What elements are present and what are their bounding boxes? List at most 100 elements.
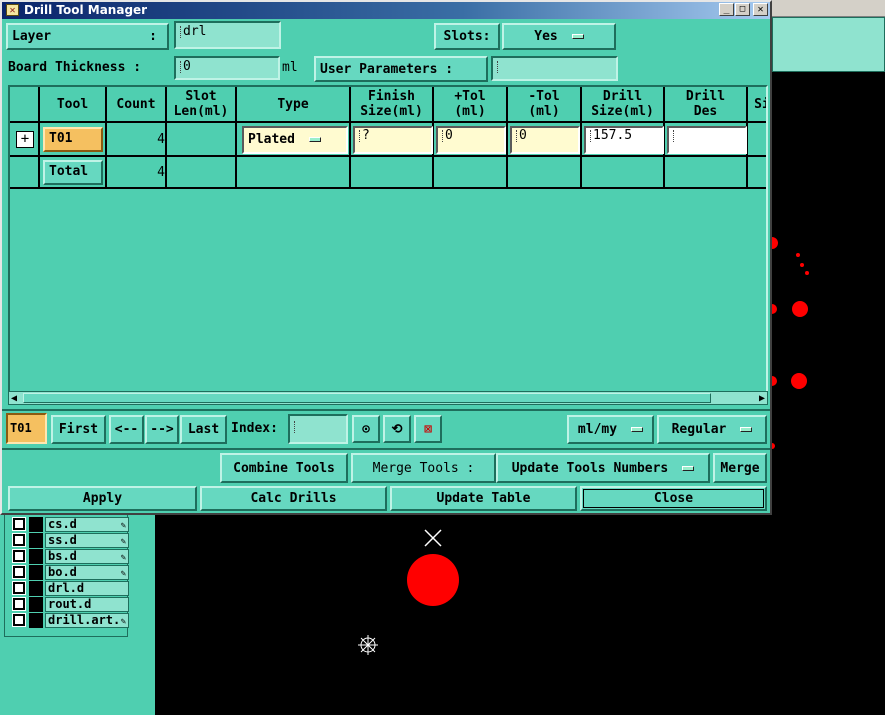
finish-size-input-value: ? — [362, 128, 370, 143]
type-value: Plated — [248, 132, 295, 147]
next-button[interactable]: --> — [145, 415, 179, 444]
header-text: Count — [116, 96, 156, 112]
combine-tools-button[interactable]: Combine Tools — [220, 453, 348, 483]
total-row-cell — [10, 157, 40, 189]
slots-value: Yes — [534, 29, 558, 44]
layer-checkbox[interactable] — [12, 581, 26, 595]
merge-tools-dropdown[interactable]: Update Tools Numbers — [496, 453, 710, 483]
layer-value: drl — [183, 24, 207, 39]
drill-pad[interactable] — [407, 554, 459, 606]
layer-checkbox[interactable] — [12, 549, 26, 563]
header-type: Type — [237, 87, 351, 123]
layer-name: drl.d — [45, 581, 129, 596]
count-value: 4 — [157, 132, 165, 147]
scrollbar-thumb[interactable] — [23, 393, 711, 403]
window-title: Drill Tool Manager — [24, 3, 148, 17]
layer-checkbox[interactable] — [12, 533, 26, 547]
units-dropdown[interactable]: ml/my — [567, 415, 654, 444]
calc-drills-button[interactable]: Calc Drills — [200, 486, 387, 511]
index-input[interactable] — [288, 414, 348, 444]
current-tool-indicator: T01 — [6, 413, 47, 444]
slots-label-text: Slots: — [443, 29, 491, 44]
header-text: Finish Size(ml) — [360, 89, 423, 119]
maximize-button[interactable]: □ — [735, 3, 750, 16]
header-text: +Tol (ml) — [454, 89, 486, 119]
layer-row[interactable]: ss.d ✎ — [12, 533, 129, 548]
user-parameters-input[interactable] — [491, 56, 618, 81]
close-window-button[interactable]: ✕ — [753, 3, 768, 16]
row-cell — [167, 123, 237, 157]
app-icon: ✕ — [6, 4, 19, 16]
tool-t01-button[interactable]: T01 — [43, 127, 103, 152]
layer-input[interactable]: drl — [174, 21, 281, 49]
layer-checkbox[interactable] — [12, 517, 26, 531]
layer-color-swatch — [29, 533, 43, 548]
header-text: -Tol (ml) — [528, 89, 560, 119]
close-button[interactable]: Close — [580, 486, 767, 511]
prev-button[interactable]: <-- — [109, 415, 144, 444]
layer-checkbox[interactable] — [12, 613, 26, 627]
text-caret — [516, 129, 518, 142]
merge-button[interactable]: Merge — [713, 453, 767, 483]
text-caret — [590, 129, 592, 142]
slots-dropdown[interactable]: Yes — [502, 23, 616, 50]
header-minus-tol: -Tol (ml) — [508, 87, 582, 123]
table-grid: Tool Count Slot Len(ml) Type Finish Size(ml)… — [10, 87, 766, 191]
total-button[interactable]: Total — [43, 160, 103, 185]
layer-row[interactable]: cs.d ✎ — [12, 517, 129, 532]
plus-tol-input[interactable]: 0 — [436, 126, 506, 154]
plus-tol-input-value: 0 — [445, 128, 453, 143]
minus-tol-input[interactable]: 0 — [510, 126, 580, 154]
scroll-right-icon[interactable]: ▶ — [759, 393, 765, 404]
header-finish-size: Finish Size(ml) — [351, 87, 434, 123]
layer-row[interactable]: bo.d ✎ — [12, 565, 129, 580]
edit-icon: ✎ — [120, 521, 126, 531]
layer-name: rout.d — [45, 597, 129, 612]
finish-size-input[interactable]: ? — [353, 126, 433, 154]
drill-size-input[interactable]: 157.5 — [584, 126, 664, 154]
header-plus-tol: +Tol (ml) — [434, 87, 508, 123]
first-button[interactable]: First — [51, 415, 106, 444]
scroll-left-icon[interactable]: ◀ — [11, 393, 17, 404]
edit-icon: ✎ — [120, 569, 126, 579]
layer-row[interactable]: bs.d ✎ — [12, 549, 129, 564]
header-drill-size: Drill Size(ml) — [582, 87, 665, 123]
drill-des-input[interactable] — [667, 126, 747, 154]
header-slot-len: Slot Len(ml) — [167, 87, 237, 123]
layer-name: drill.art. ✎ — [45, 613, 129, 628]
edit-icon: ✎ — [120, 537, 126, 547]
board-thickness-input[interactable]: 0 — [174, 56, 280, 80]
layer-checkbox[interactable] — [12, 597, 26, 611]
nav-separator — [2, 409, 770, 411]
expand-row-icon[interactable]: + — [16, 131, 34, 148]
user-parameters-button[interactable]: User Parameters : — [314, 56, 488, 82]
layer-checkbox[interactable] — [12, 565, 26, 579]
layer-color-swatch — [29, 597, 43, 612]
apply-button[interactable]: Apply — [8, 486, 197, 511]
update-table-button[interactable]: Update Table — [390, 486, 577, 511]
type-dropdown[interactable]: Plated — [242, 126, 348, 154]
horizontal-scrollbar[interactable]: ◀ ▶ — [8, 391, 768, 405]
layer-name-text: bs.d — [48, 549, 77, 563]
total-row-cell — [237, 157, 351, 189]
layer-row[interactable]: drill.art. ✎ — [12, 613, 129, 628]
total-row-cell — [508, 157, 582, 189]
last-button[interactable]: Last — [180, 415, 227, 444]
total-row-cell — [434, 157, 508, 189]
total-row-cell — [351, 157, 434, 189]
bulb-icon[interactable]: ⊙ — [352, 415, 380, 443]
layer-label-button[interactable]: Layer : — [6, 23, 169, 50]
layer-row[interactable]: rout.d — [12, 597, 129, 612]
mode-dropdown[interactable]: Regular — [657, 415, 767, 444]
title-bar[interactable]: ✕ Drill Tool Manager _ □ ✕ — [2, 2, 770, 19]
minimize-button[interactable]: _ — [719, 3, 734, 16]
drill-tool-manager-window: ✕ Drill Tool Manager _ □ ✕ Layer : drl S… — [0, 0, 772, 515]
refresh-icon[interactable]: ⟲ — [383, 415, 411, 443]
layer-color-swatch — [29, 581, 43, 596]
units-value: ml/my — [577, 422, 618, 437]
delete-icon[interactable]: ⊠ — [414, 415, 442, 443]
board-canvas[interactable] — [155, 515, 885, 715]
header-text: Si — [754, 96, 766, 112]
layer-name-text: ss.d — [48, 533, 77, 547]
layer-row[interactable]: drl.d — [12, 581, 129, 596]
